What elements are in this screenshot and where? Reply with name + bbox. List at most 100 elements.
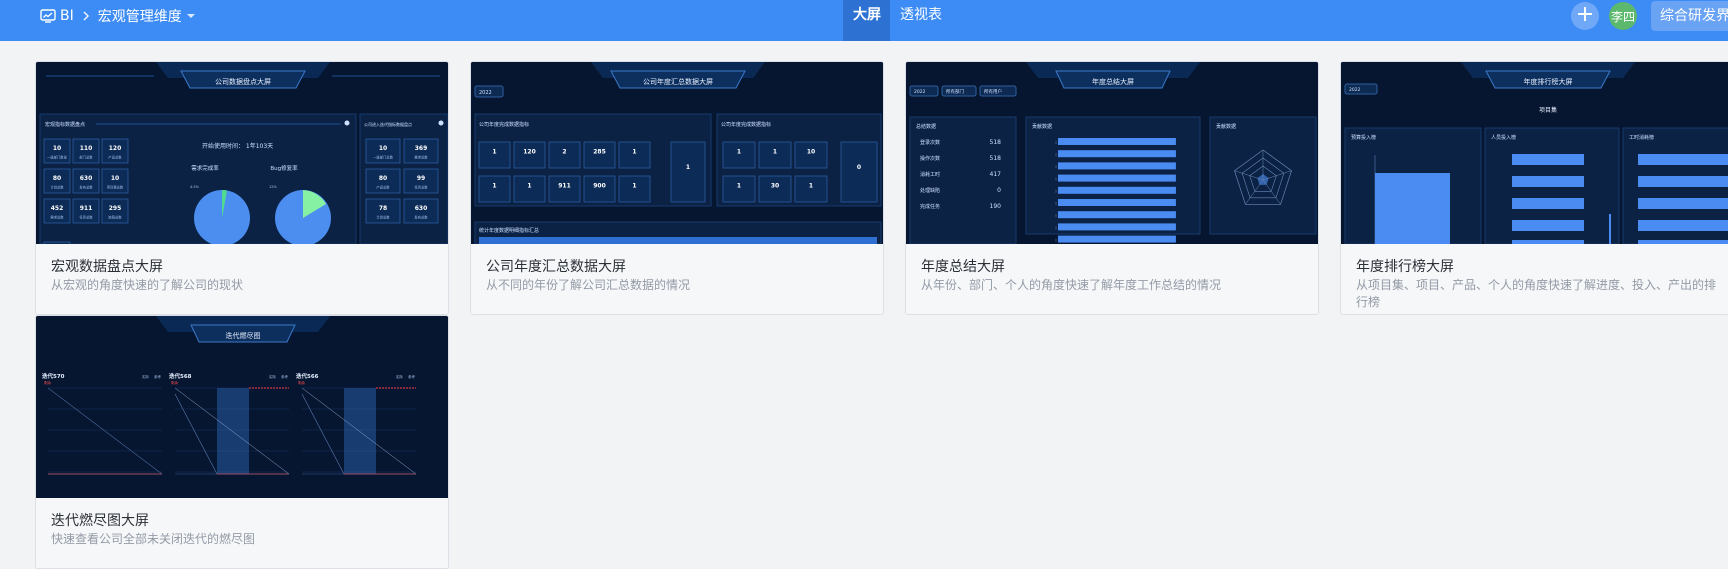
svg-text:迭代568: 迭代568 [169, 372, 192, 380]
card-description: 从年份、部门、个人的角度快速了解年度工作总结的情况 [921, 278, 1222, 292]
svg-text:417: 417 [990, 171, 1002, 178]
stat-tile: 99 任务总数 [403, 168, 439, 194]
contribution-bar [1058, 162, 1176, 170]
stat-tile: 630 发布总数 [403, 198, 439, 224]
svg-text:0: 0 [857, 164, 861, 171]
ranking-bar [1512, 154, 1584, 165]
svg-text:参考: 参考 [154, 374, 161, 379]
svg-text:190: 190 [990, 203, 1002, 210]
stat-tile: 1 [722, 141, 756, 169]
svg-text:1: 1 [492, 149, 496, 156]
card-title: 宏观数据盘点大屏 [51, 259, 163, 275]
svg-text:完成任务: 完成任务 [920, 203, 940, 210]
svg-text:工时消耗榜: 工时消耗榜 [1629, 134, 1654, 141]
card-description: 从不同的年份了解公司汇总数据的情况 [486, 278, 691, 292]
svg-text:任务总数: 任务总数 [414, 185, 428, 190]
stat-tile: 1 [513, 175, 546, 203]
svg-text:贡献数据: 贡献数据 [1216, 123, 1236, 130]
stat-tile: 1 [722, 175, 756, 203]
svg-text:80: 80 [379, 175, 387, 182]
stat-tile: 285 [583, 141, 616, 169]
svg-text:贡献数据: 贡献数据 [1032, 123, 1052, 130]
svg-text:处理缺陷: 处理缺陷 [920, 187, 940, 194]
svg-text:2: 2 [562, 149, 566, 156]
stat-tile: 78 计划总数 [365, 198, 401, 224]
contribution-bar [1058, 211, 1176, 219]
svg-text:369: 369 [415, 145, 428, 152]
svg-text:一级部门总数: 一级部门总数 [373, 155, 393, 160]
stat-tile: 120 [513, 141, 546, 169]
svg-text:消耗工时: 消耗工时 [920, 171, 940, 178]
contribution-bar [1058, 186, 1176, 194]
svg-text:1: 1 [737, 183, 741, 190]
contribution-bars [1055, 138, 1176, 243]
stat-tile: 900 [583, 175, 616, 203]
svg-text:10: 10 [807, 149, 815, 156]
top-navigation-bar: BI 宏观管理维度 大屏 透视表 李四 综合研发界 [0, 0, 1728, 41]
stat-tile: 1 [478, 141, 511, 169]
card-info: 年度排行榜大屏 从项目集、项目、产品、个人的角度快速了解进度、投入、产出的排行榜 [1341, 244, 1728, 314]
stat-tile: 911 任务总数 [72, 198, 100, 224]
svg-text:迭代570: 迭代570 [42, 372, 65, 380]
screen-card-annual-review[interactable]: 年度总结大屏 2022 所有部门 所有用户 总结数据 贡献数据 贡献数据 登录次… [905, 61, 1319, 315]
card-title: 年度排行榜大屏 [1356, 259, 1454, 275]
contribution-bar [1058, 235, 1176, 243]
card-description: 从宏观的角度快速的了解公司的现状 [51, 278, 244, 292]
add-button[interactable] [1571, 2, 1599, 30]
stat-tile: 1 [758, 141, 792, 169]
contribution-bar [1058, 223, 1176, 231]
svg-text:人员投入榜: 人员投入榜 [1491, 134, 1516, 141]
breadcrumb: BI 宏观管理维度 [40, 0, 195, 31]
svg-text:需求总数: 需求总数 [50, 215, 64, 220]
organization-switcher[interactable]: 综合研发界 [1651, 1, 1728, 31]
svg-text:剩余: 剩余 [298, 380, 306, 385]
screen-card-iteration-burndown[interactable]: 迭代燃尽图 迭代570 剩余 实际 参考 迭代568 剩余 实际 参考 迭代566 剩余 实际 参考 … [35, 315, 449, 569]
svg-text:10: 10 [379, 145, 387, 152]
preview-title: 公司数据盘点大屏 [215, 77, 271, 86]
svg-text:120: 120 [109, 145, 122, 152]
stat-tile: 10 一级部门总数 [365, 138, 401, 164]
svg-text:产品总数: 产品总数 [108, 155, 122, 160]
svg-text:年度总结大屏: 年度总结大屏 [1092, 77, 1134, 86]
card-title: 迭代燃尽图大屏 [51, 513, 149, 529]
svg-text:需求完成率: 需求完成率 [191, 164, 219, 172]
stat-tile: 630 发布总数 [72, 168, 100, 194]
tab-pivot-table[interactable]: 透视表 [890, 0, 951, 41]
svg-text:公司年度汇总数据大屏: 公司年度汇总数据大屏 [643, 77, 713, 86]
stat-tile: 1 [618, 175, 651, 203]
screen-card-annual-summary[interactable]: 公司年度汇总数据大屏 2022 公司年度完成数据指标 公司年度完成数据指标 1 1… [470, 61, 884, 315]
screen-card-annual-ranking[interactable]: 年度排行榜大屏 2022 项目集 预算投入榜 人员投入榜 工时消耗榜 年度排行榜… [1340, 61, 1728, 315]
svg-text:统计年度数据明细指标汇总: 统计年度数据明细指标汇总 [479, 227, 539, 234]
stat-tile: 1 [478, 175, 511, 203]
svg-text:1: 1 [632, 149, 636, 156]
svg-text:1: 1 [632, 183, 636, 190]
svg-text:任务总数: 任务总数 [79, 215, 93, 220]
svg-text:计划总数: 计划总数 [376, 215, 390, 220]
ranking-bar [1512, 198, 1584, 209]
screen-preview-thumbnail: 年度排行榜大屏 2022 项目集 预算投入榜 人员投入榜 工时消耗榜 [1341, 62, 1728, 244]
contribution-bar [1058, 138, 1176, 145]
svg-text:2022: 2022 [1349, 87, 1361, 93]
svg-text:12%: 12% [269, 185, 277, 189]
card-info: 迭代燃尽图大屏 快速查看公司全部未关闭迭代的燃尽图 [36, 498, 448, 568]
user-avatar[interactable]: 李四 [1609, 2, 1637, 30]
svg-text:120: 120 [523, 149, 536, 156]
svg-text:公司年度完成数据指标: 公司年度完成数据指标 [721, 121, 771, 128]
ranking-bar [1638, 220, 1728, 231]
svg-text:1: 1 [737, 149, 741, 156]
breadcrumb-bi[interactable]: BI [60, 8, 74, 24]
bi-dashboard-icon [40, 8, 56, 23]
card-description: 快速查看公司全部未关闭迭代的燃尽图 [51, 532, 256, 546]
ranking-bar [1638, 176, 1728, 187]
stat-tile: 295 缺陷总数 [101, 198, 129, 224]
tab-big-screen[interactable]: 大屏 [843, 0, 890, 41]
stat-tile: 1 [670, 141, 706, 203]
module-dropdown[interactable]: 宏观管理维度 [98, 6, 195, 26]
screen-preview-thumbnail: 公司年度汇总数据大屏 2022 公司年度完成数据指标 公司年度完成数据指标 1 1… [471, 62, 883, 244]
stat-tile: 911 [548, 175, 581, 203]
screen-card-macro-inventory[interactable]: 公司数据盘点大屏 宏观指标数据盘点 公司进入迭代指标数据盘点 10 一级部门数量 1… [35, 61, 449, 315]
svg-text:一级部门数量: 一级部门数量 [47, 155, 67, 160]
screen-preview-thumbnail: 公司数据盘点大屏 宏观指标数据盘点 公司进入迭代指标数据盘点 10 一级部门数量 1… [36, 62, 448, 244]
svg-text:80: 80 [53, 175, 61, 182]
svg-text:所有用户: 所有用户 [984, 88, 1002, 95]
